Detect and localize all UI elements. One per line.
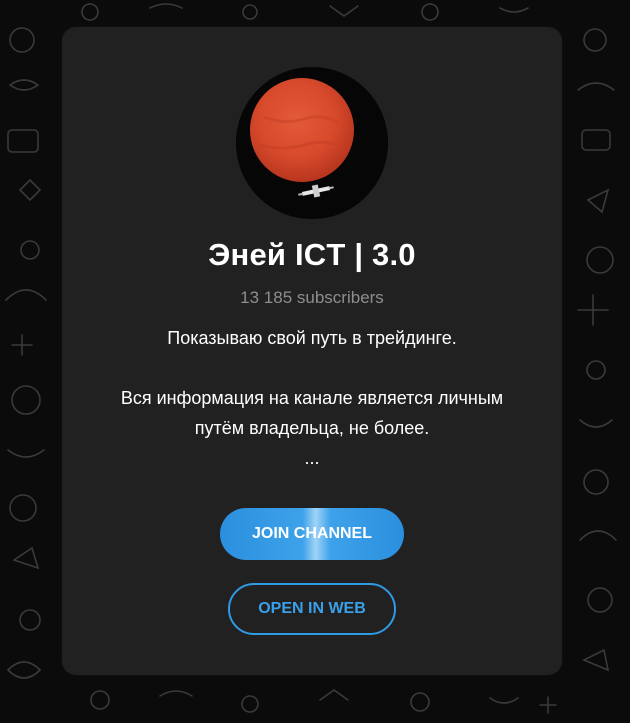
channel-title: Эней ICT | 3.0 xyxy=(208,237,416,272)
channel-avatar xyxy=(236,67,388,219)
description-line: Вся информация на канале является личным xyxy=(120,388,504,408)
description-ellipsis: ... xyxy=(304,448,320,468)
red-planet-satellite-icon xyxy=(236,67,388,219)
channel-description: Показываю свой путь в трейдинге. Вся инф… xyxy=(62,323,562,473)
channel-card: Эней ICT | 3.0 13 185 subscribers Показы… xyxy=(62,27,562,675)
description-line xyxy=(62,353,562,383)
description-line: путём владельца, не более. xyxy=(194,418,430,438)
join-channel-button[interactable]: JOIN CHANNEL xyxy=(220,508,404,560)
subscriber-count: 13 185 subscribers xyxy=(240,288,384,307)
description-line: Показываю свой путь в трейдинге. xyxy=(167,328,457,348)
open-in-web-button[interactable]: OPEN IN WEB xyxy=(228,583,396,635)
